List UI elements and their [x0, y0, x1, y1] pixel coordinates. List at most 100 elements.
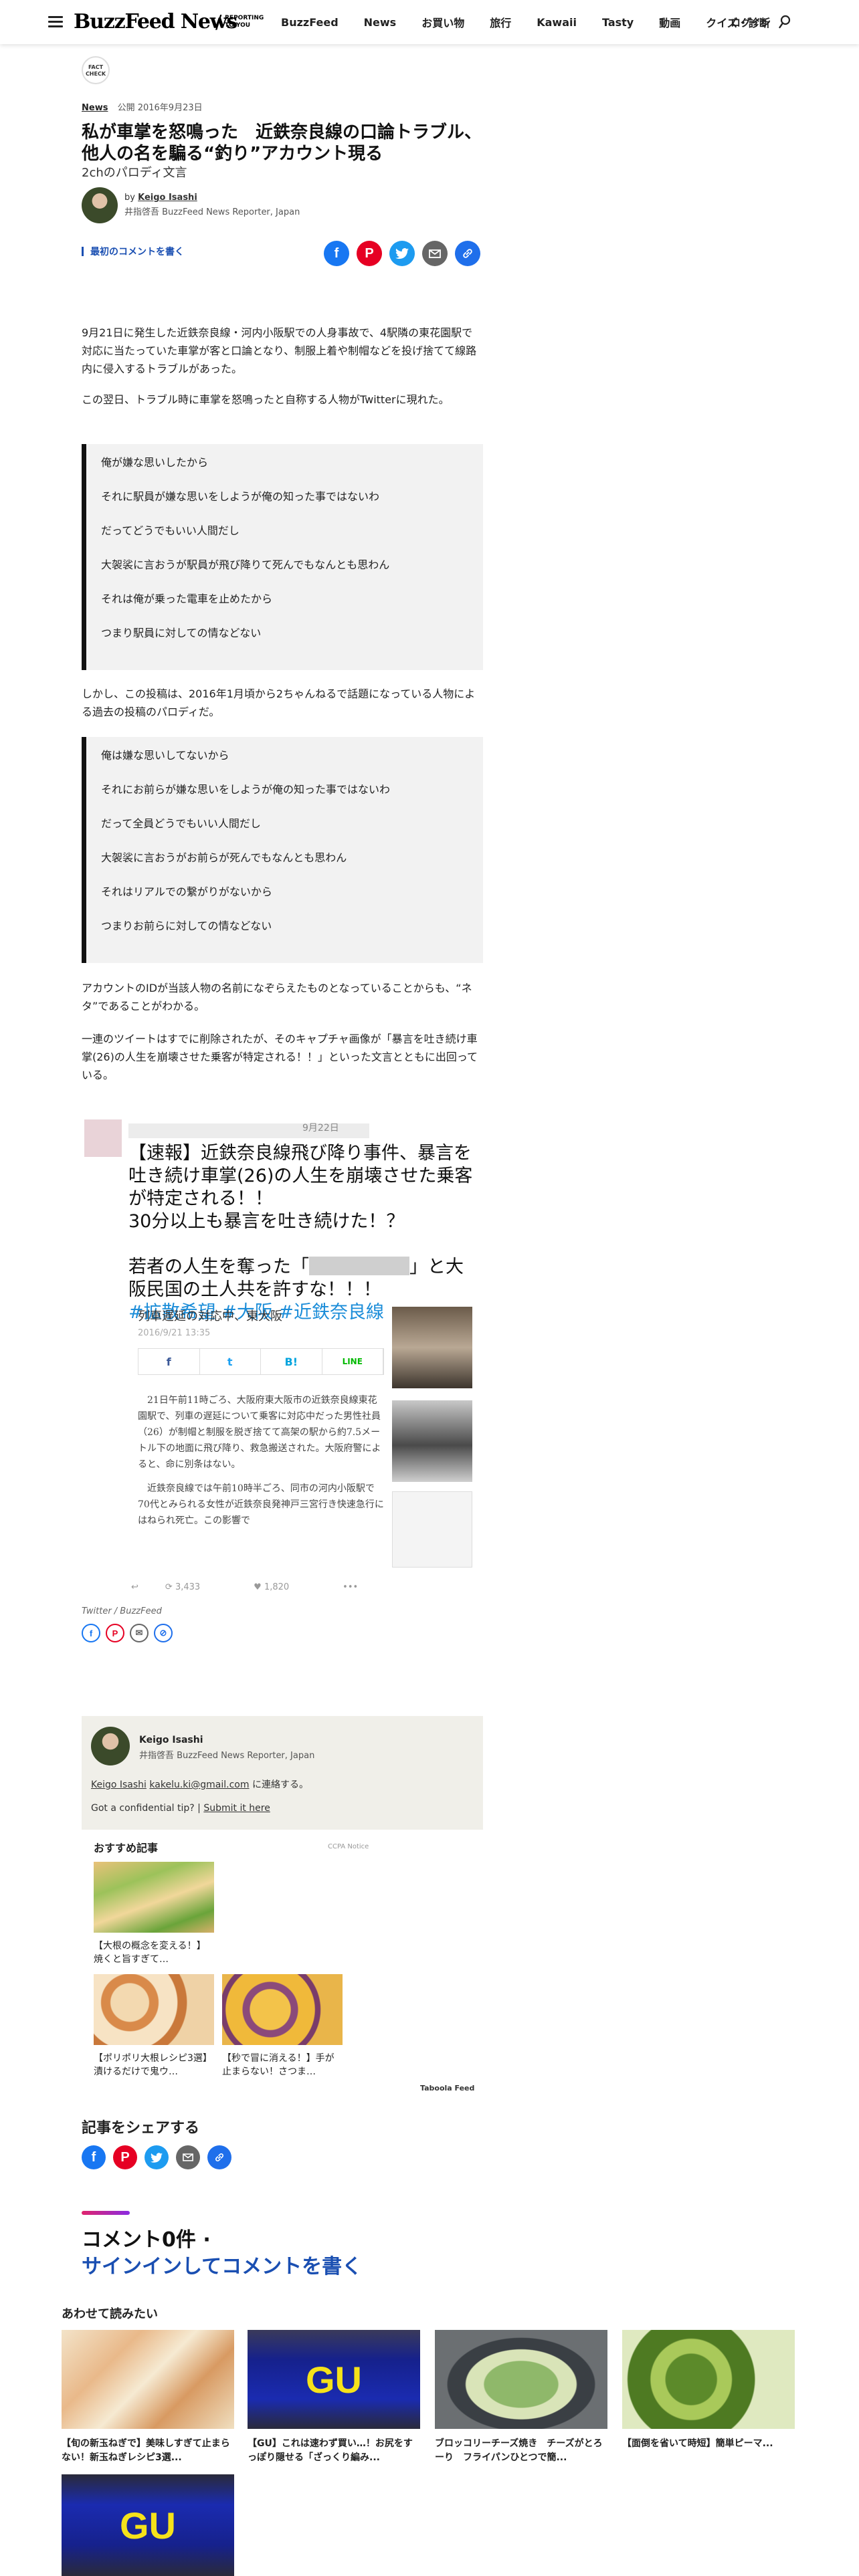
site-tagline: REPORTING TO YOU: [225, 15, 264, 29]
mail-icon[interactable]: ✉: [130, 1624, 149, 1642]
confidential-tip: Got a confidential tip? | Submit it here: [91, 1803, 270, 1814]
recommended-image: [94, 1974, 214, 2045]
recommended-card[interactable]: 【秒で冒に消える！】手が止まらない！さつま…: [222, 1974, 343, 2078]
blurred-avatar: [84, 1119, 122, 1157]
author-name-link[interactable]: Keigo Isashi: [138, 193, 197, 203]
also-read-card[interactable]: ブロッコリーチーズ焼き チーズがとろーり フライパンひとつで簡...: [435, 2330, 607, 2466]
category-link[interactable]: News: [82, 103, 108, 113]
taboola-feed-label[interactable]: Taboola Feed: [420, 2084, 474, 2092]
recommended-headline: 【秒で冒に消える！】手が止まらない！さつま…: [222, 2053, 335, 2077]
more-icon: •••: [343, 1582, 359, 1592]
login-link[interactable]: ログイン: [731, 15, 771, 29]
author-contact: Keigo Isashi kakelu.ki@gmail.com に連絡する。: [91, 1778, 308, 1791]
nav-item-shopping[interactable]: お買い物: [421, 14, 464, 30]
tweet-line-3: 若者の人生を奪った「 」と大阪民国の土人共を許すな！！！: [128, 1256, 476, 1301]
twitter-icon[interactable]: [389, 241, 415, 266]
twitter-icon[interactable]: [145, 2145, 169, 2169]
author-box-name[interactable]: Keigo Isashi: [139, 1735, 203, 1745]
news-body: 21日午前11時ごろ、大阪府東大阪市の近鉄奈良線東花園駅で、列車の遅延について乗…: [138, 1392, 384, 1529]
news-share-hatena: B!: [261, 1349, 322, 1374]
also-read-card[interactable]: 【旬の新玉ねぎで】美味しすぎて止まらない！新玉ねぎレシピ3選...: [62, 2330, 234, 2466]
author-box-avatar[interactable]: [91, 1727, 130, 1765]
site-logo[interactable]: BuzzFeed News: [74, 9, 237, 35]
news-photo-2: [392, 1400, 472, 1482]
author-email-link[interactable]: kakelu.ki@gmail.com: [149, 1780, 249, 1790]
also-read-card[interactable]: 【面倒を省いて時短】簡単ピーマ...: [622, 2330, 795, 2466]
author-box: Keigo Isashi 井指啓吾 BuzzFeed News Reporter…: [82, 1716, 483, 1830]
body-paragraph-2: この翌日、トラブル時に車掌を怒鳴ったと自称する人物がTwitterに現れた。: [82, 393, 450, 406]
also-read-headline: 【面倒を省いて時短】簡単ピーマ...: [622, 2438, 773, 2449]
quote1-line: だってどうでもいい人間だし: [101, 524, 240, 537]
recommended-card[interactable]: 【ポリポリ大根レシピ3選】漬けるだけで鬼ウ…: [94, 1974, 214, 2078]
byline: by Keigo Isashi 井指啓吾 BuzzFeed News Repor…: [82, 187, 483, 225]
facebook-icon[interactable]: f: [82, 1624, 100, 1642]
link-icon[interactable]: [455, 241, 480, 266]
quote2-line: 大袈裟に言おうがお前らが死んでもなんとも思わん: [101, 851, 347, 864]
signin-to-comment-link[interactable]: サインインしてコメントを書く: [82, 2250, 483, 2279]
mail-icon[interactable]: [176, 2145, 200, 2169]
share-section-title: 記事をシェアする: [82, 2120, 200, 2137]
hamburger-icon[interactable]: [48, 16, 63, 28]
tweet-date: 9月22日: [302, 1123, 339, 1134]
recommended-title: おすすめ記事: [94, 1842, 159, 1854]
author-avatar[interactable]: [82, 187, 118, 223]
news-share-line: LINE: [322, 1349, 383, 1374]
news-map: [392, 1491, 472, 1568]
pinterest-icon[interactable]: P: [357, 241, 382, 266]
link-icon[interactable]: ⊘: [154, 1624, 173, 1642]
nav-item-news[interactable]: News: [364, 16, 397, 29]
first-comment-label: 最初のコメントを書く: [90, 247, 184, 257]
quote2-line: つまりお前らに対しての情などない: [101, 920, 272, 932]
facebook-icon[interactable]: f: [82, 2145, 106, 2169]
gu-logo: GU: [120, 2504, 176, 2547]
quote2-line: 俺は嫌な思いしてないから: [101, 749, 229, 762]
recommended-image: [222, 1974, 343, 2045]
pinterest-icon[interactable]: P: [113, 2145, 137, 2169]
nav-item-travel[interactable]: 旅行: [490, 14, 511, 30]
comments-accent-bar: [82, 2211, 130, 2215]
article-title: 私が車掌を怒鳴った 近鉄奈良線の口論トラブル、他人の名を騙る“釣り”アカウント現…: [82, 122, 482, 164]
recommended-card[interactable]: 【大根の概念を変える！】焼くと旨すぎて…: [94, 1862, 214, 1966]
mail-icon[interactable]: [422, 241, 448, 266]
tweet-line-2: 30分以上も暴言を吐き続けた！？: [128, 1211, 405, 1232]
recommended-headline: 【ポリポリ大根レシピ3選】漬けるだけで鬼ウ…: [94, 2053, 212, 2077]
blockquote-2: 俺は嫌な思いしてないから それにお前らが嫌な思いをしようが俺の知った事ではないわ…: [82, 737, 483, 963]
author-role: 井指啓吾 BuzzFeed News Reporter, Japan: [124, 207, 300, 217]
nav-item-video[interactable]: 動画: [659, 14, 680, 30]
news-clipping: 列車遅延の対応中、東大阪 2016/9/21 13:35 f t B! LINE…: [138, 1307, 472, 1568]
also-read-title: あわせて読みたい: [62, 2307, 158, 2321]
search-icon[interactable]: [779, 15, 791, 29]
nav-item-kawaii[interactable]: Kawaii: [537, 16, 577, 29]
reply-icon: ↩: [131, 1582, 138, 1592]
nav-item-buzzfeed[interactable]: BuzzFeed: [281, 16, 339, 29]
also-read-card[interactable]: GU: [62, 2474, 234, 2576]
also-read-headline: 【GU】これは速わず買い…！お尻をすっぽり隠せる「ざっくり編み...: [248, 2438, 413, 2463]
share-buttons-bottom: f P: [82, 2145, 239, 2169]
quote1-line: 大袈裟に言おうが駅員が飛び降りて死んでもなんとも思わん: [101, 558, 390, 571]
pinterest-icon[interactable]: P: [106, 1624, 124, 1642]
author-contact-name[interactable]: Keigo Isashi: [91, 1780, 147, 1790]
news-share-bar: f t B! LINE: [138, 1348, 384, 1375]
link-icon[interactable]: [207, 2145, 231, 2169]
also-read-image: [435, 2330, 607, 2429]
facebook-icon[interactable]: f: [324, 241, 349, 266]
gu-store-image: GU: [248, 2330, 420, 2429]
body-paragraph-3: しかし、この投稿は、2016年1月頃から2ちゃんねるで話題になっている人物による…: [82, 687, 476, 718]
nav-item-tasty[interactable]: Tasty: [602, 16, 634, 29]
quote1-line: 俺が嫌な思いしたから: [101, 456, 209, 469]
article-subtitle: 2chのパロディ文言: [82, 166, 187, 180]
submit-tip-link[interactable]: Submit it here: [203, 1803, 270, 1814]
tip-prefix: Got a confidential tip? |: [91, 1803, 204, 1814]
quote1-line: つまり駅員に対しての情などない: [101, 627, 262, 639]
news-share-facebook: f: [138, 1349, 200, 1374]
byline-author: by Keigo Isashi: [124, 193, 197, 203]
image-share-buttons: f P ✉ ⊘: [82, 1624, 178, 1642]
also-read-card[interactable]: GU 【GU】これは速わず買い…！お尻をすっぽり隠せる「ざっくり編み...: [248, 2330, 420, 2466]
ccpa-notice[interactable]: CCPA Notice: [328, 1843, 369, 1850]
retweet-count-value: 3,433: [175, 1582, 201, 1592]
body-paragraph-4: アカウントのIDが当該人物の名前になぞらえたものとなっていることからも、“ネタ”…: [82, 982, 472, 1012]
quote2-line: だって全員どうでもいい人間だし: [101, 817, 261, 830]
article-meta: News 公開 2016年9月23日: [82, 100, 483, 113]
site-header: BuzzFeed News / REPORTING TO YOU BuzzFee…: [0, 0, 859, 44]
comments-count-title: コメント0件 ·: [82, 2228, 211, 2252]
